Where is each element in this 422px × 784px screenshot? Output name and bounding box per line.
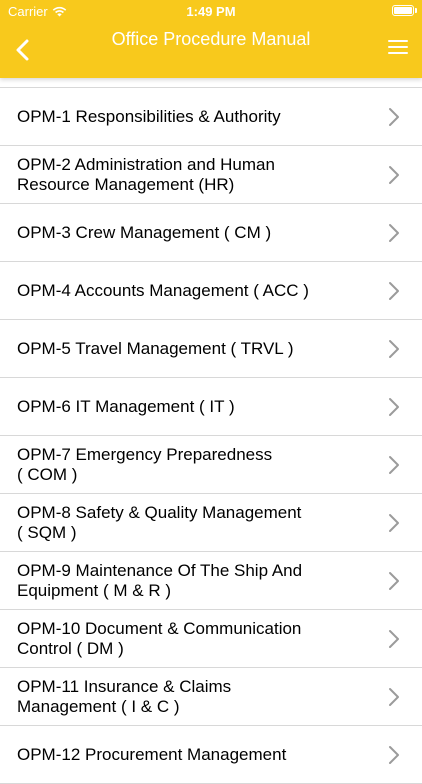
- list-item-label: OPM-11 Insurance & Claims Management ( I…: [17, 676, 232, 716]
- chevron-right-icon: [389, 223, 399, 242]
- list-item-label: OPM-12 Procurement Management: [17, 744, 287, 764]
- chevron-right-icon: [389, 281, 399, 300]
- list-item-label: OPM-1 Responsibilities & Authority: [17, 106, 281, 126]
- list-item-label: OPM-9 Maintenance Of The Ship And Equipm…: [17, 560, 303, 600]
- chevron-right-icon: [389, 571, 399, 590]
- chevron-right-icon: [389, 687, 399, 706]
- list-item-opm-9[interactable]: OPM-9 Maintenance Of The Ship And Equipm…: [0, 552, 422, 610]
- chevron-left-icon: [16, 39, 29, 61]
- manual-list: OPM-1 Responsibilities & Authority OPM-2…: [0, 87, 422, 784]
- list-item-opm-3[interactable]: OPM-3 Crew Management ( CM ): [0, 204, 422, 262]
- list-item-opm-7[interactable]: OPM-7 Emergency Preparedness ( COM ): [0, 436, 422, 494]
- list-item-label: OPM-3 Crew Management ( CM ): [17, 222, 272, 242]
- chevron-right-icon: [389, 513, 399, 532]
- navigation-bar: Carrier 1:49 PM Office Procedure Manual: [0, 0, 422, 78]
- page-title: Office Procedure Manual: [111, 29, 311, 49]
- chevron-right-icon: [389, 455, 399, 474]
- list-item-opm-5[interactable]: OPM-5 Travel Management ( TRVL ): [0, 320, 422, 378]
- list-item-opm-1[interactable]: OPM-1 Responsibilities & Authority: [0, 88, 422, 146]
- list-item-opm-10[interactable]: OPM-10 Document & Communication Control …: [0, 610, 422, 668]
- battery-icon: [392, 5, 417, 16]
- list-item-label: OPM-2 Administration and Human Resource …: [17, 154, 275, 194]
- status-time: 1:49 PM: [186, 4, 236, 19]
- list-item-label: OPM-7 Emergency Preparedness ( COM ): [17, 444, 273, 484]
- back-button[interactable]: [10, 36, 38, 64]
- chevron-right-icon: [389, 629, 399, 648]
- list-item-opm-8[interactable]: OPM-8 Safety & Quality Management ( SQM …: [0, 494, 422, 552]
- list-item-opm-12[interactable]: OPM-12 Procurement Management: [0, 726, 422, 784]
- status-bar: Carrier 1:49 PM: [0, 0, 422, 22]
- hamburger-menu-icon: [388, 40, 408, 54]
- list-item-label: OPM-4 Accounts Management ( ACC ): [17, 280, 309, 300]
- menu-button[interactable]: [388, 40, 408, 58]
- list-item-opm-4[interactable]: OPM-4 Accounts Management ( ACC ): [0, 262, 422, 320]
- list-item-label: OPM-6 IT Management ( IT ): [17, 396, 235, 416]
- list-item-label: OPM-5 Travel Management ( TRVL ): [17, 338, 294, 358]
- chevron-right-icon: [389, 397, 399, 416]
- chevron-right-icon: [389, 745, 399, 764]
- chevron-right-icon: [389, 107, 399, 126]
- list-item-opm-11[interactable]: OPM-11 Insurance & Claims Management ( I…: [0, 668, 422, 726]
- list-item-opm-6[interactable]: OPM-6 IT Management ( IT ): [0, 378, 422, 436]
- list-item-label: OPM-8 Safety & Quality Management ( SQM …: [17, 502, 302, 542]
- list-item-label: OPM-10 Document & Communication Control …: [17, 618, 302, 658]
- chevron-right-icon: [389, 165, 399, 184]
- list-item-opm-2[interactable]: OPM-2 Administration and Human Resource …: [0, 146, 422, 204]
- chevron-right-icon: [389, 339, 399, 358]
